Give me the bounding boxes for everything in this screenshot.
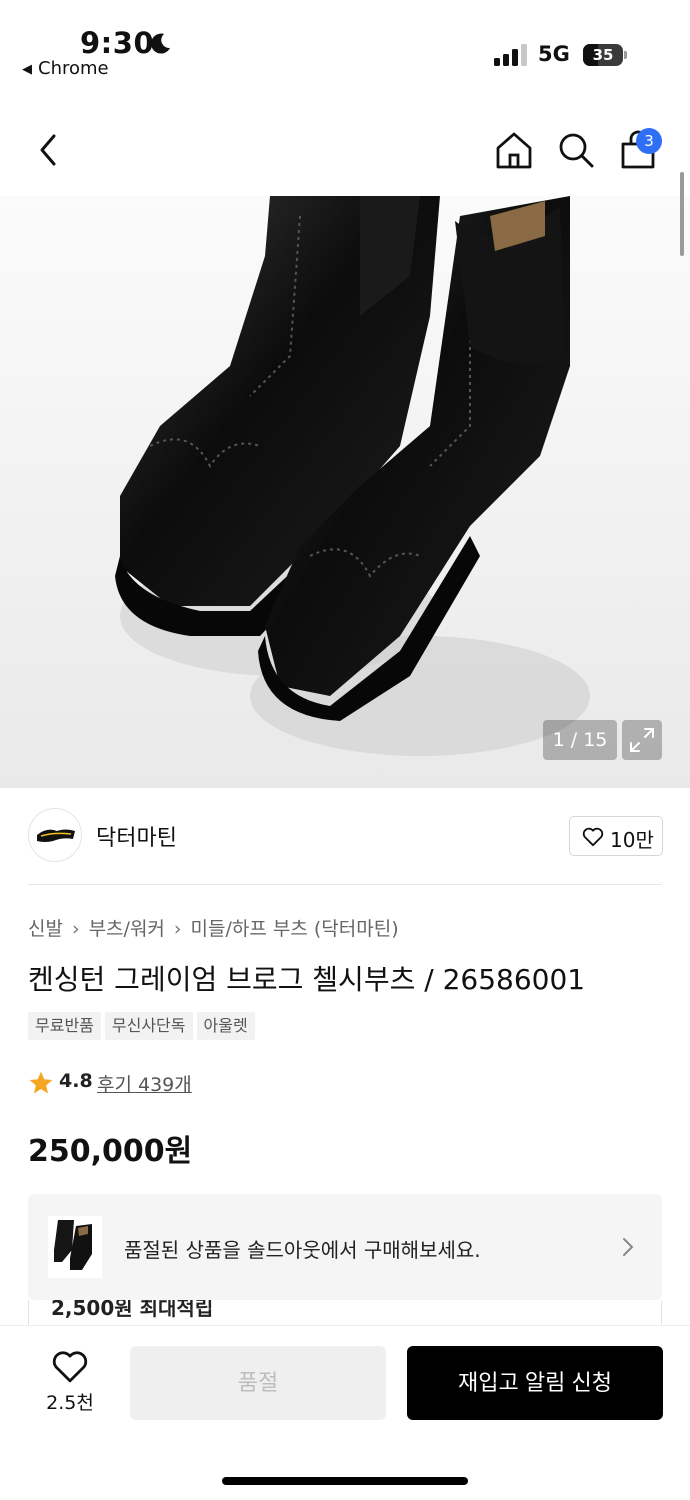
rating-score: 4.8 — [59, 1070, 93, 1092]
battery-level: 35 — [592, 46, 614, 64]
breadcrumb: 신발 › 부츠/워커 › 미들/하프 부츠 (닥터마틴) — [28, 914, 399, 941]
status-bar: 9:30 ◀ Chrome 5G 35 — [0, 0, 690, 90]
scroll-indicator[interactable] — [680, 172, 684, 256]
moon-icon — [151, 33, 170, 54]
soldout-button: 품절 — [130, 1346, 386, 1420]
points-text: 2,500원 최대적립 — [51, 1300, 214, 1320]
network-type: 5G — [538, 42, 570, 66]
brand-like-count: 10만 — [610, 828, 654, 852]
expand-image-button[interactable] — [622, 720, 662, 760]
wishlist-button[interactable]: 2.5천 — [40, 1350, 100, 1420]
battery-icon: 35 — [583, 44, 627, 66]
tag-outlet: 아울렛 — [196, 1012, 255, 1040]
search-icon[interactable] — [556, 130, 596, 170]
product-price: 250,000원 — [28, 1134, 193, 1169]
brand-name[interactable]: 닥터마틴 — [96, 820, 177, 852]
star-icon — [29, 1071, 53, 1094]
chevron-right-icon — [623, 1238, 634, 1256]
expand-icon — [630, 728, 654, 752]
back-arrow-icon[interactable] — [30, 132, 66, 168]
tag-free-return: 무료반품 — [28, 1012, 101, 1040]
points-info: 2,500원 최대적립 — [28, 1300, 662, 1326]
restock-alert-button[interactable]: 재입고 알림 신청 — [407, 1346, 663, 1420]
breadcrumb-item[interactable]: 신발 — [28, 918, 63, 940]
product-image[interactable] — [0, 196, 690, 788]
chevron-right-icon: › — [173, 918, 182, 940]
top-nav — [0, 110, 690, 190]
tag-exclusive: 무신사단독 — [104, 1012, 193, 1040]
brand-like-button[interactable]: 10만 — [569, 816, 663, 856]
reviews-link[interactable]: 후기 439개 — [97, 1070, 192, 1097]
breadcrumb-item[interactable]: 부츠/워커 — [89, 918, 165, 940]
home-icon[interactable] — [494, 130, 534, 170]
back-to-app-link[interactable]: ◀ Chrome — [22, 58, 109, 79]
cart-count-badge: 3 — [636, 128, 662, 154]
heart-icon — [52, 1351, 88, 1383]
soldout-thumbnail — [48, 1216, 102, 1278]
soldout-banner[interactable]: 품절된 상품을 솔드아웃에서 구매해보세요. — [28, 1194, 662, 1300]
back-triangle-icon: ◀ — [22, 62, 32, 77]
image-counter: 1 / 15 — [543, 720, 617, 760]
wishlist-count: 2.5천 — [46, 1392, 94, 1414]
product-title: 켄싱턴 그레이엄 브로그 첼시부츠 / 26586001 — [28, 963, 586, 996]
status-time: 9:30 — [80, 26, 155, 60]
brand-logo[interactable] — [28, 808, 82, 862]
dr-martens-logo — [37, 829, 75, 842]
soldout-message: 품절된 상품을 솔드아웃에서 구매해보세요. — [124, 1238, 481, 1262]
divider — [28, 884, 662, 885]
back-app-label: Chrome — [38, 58, 109, 79]
chevron-right-icon: › — [71, 918, 80, 940]
signal-icon — [494, 44, 527, 66]
breadcrumb-item[interactable]: 미들/하프 부츠 (닥터마틴) — [191, 918, 399, 940]
boots-illustration — [115, 196, 590, 756]
heart-icon — [582, 827, 604, 847]
boot-thumbnail-icon — [54, 1220, 92, 1270]
home-indicator[interactable] — [222, 1477, 468, 1485]
product-tags: 무료반품 무신사단독 아울렛 — [28, 1012, 259, 1040]
